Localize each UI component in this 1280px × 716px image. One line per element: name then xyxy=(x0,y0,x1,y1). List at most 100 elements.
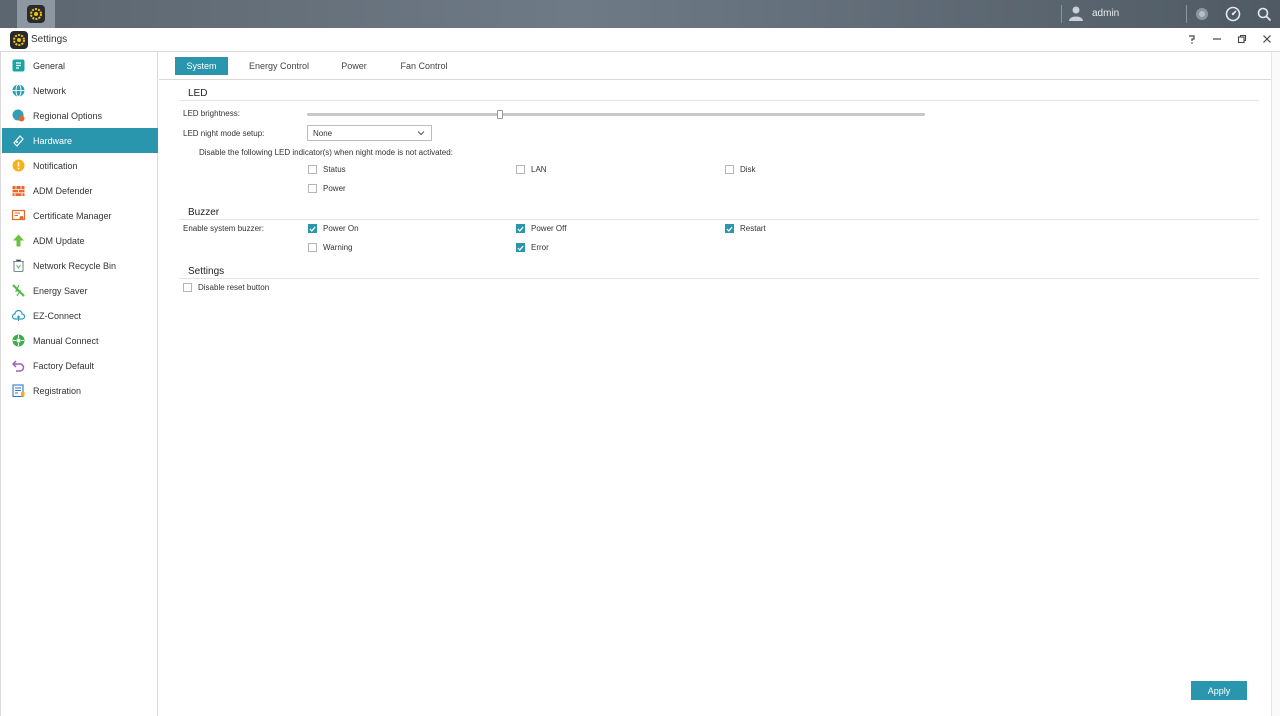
window-title: Settings xyxy=(31,34,68,45)
led-lan-checkbox[interactable]: LAN xyxy=(516,165,547,174)
sidebar-item-energy-saver[interactable]: Energy Saver xyxy=(2,278,158,303)
minimize-icon xyxy=(1213,38,1221,40)
search-icon[interactable] xyxy=(1255,5,1273,23)
section-divider xyxy=(179,100,1259,101)
system-taskbar: admin xyxy=(0,0,1280,28)
checkmark-icon xyxy=(517,226,524,232)
checkbox-box[interactable] xyxy=(725,224,734,233)
checkbox-box[interactable] xyxy=(183,283,192,292)
checkbox-label: Restart xyxy=(740,224,766,233)
tab-energy-control[interactable]: Energy Control xyxy=(244,57,314,75)
sidebar-item-hardware[interactable]: Hardware xyxy=(2,128,158,153)
tab-bar: System Energy Control Power Fan Control xyxy=(159,52,1271,80)
checkbox-label: Power xyxy=(323,184,346,193)
sidebar-item-manual-connect[interactable]: Manual Connect xyxy=(2,328,158,353)
tab-power[interactable]: Power xyxy=(334,57,374,75)
checkbox-box[interactable] xyxy=(516,165,525,174)
notification-bell-icon[interactable] xyxy=(1193,5,1211,23)
checkbox-label: Disk xyxy=(740,165,756,174)
sidebar-item-label: Network Recycle Bin xyxy=(33,260,117,271)
led-power-checkbox[interactable]: Power xyxy=(308,184,346,193)
led-status-checkbox[interactable]: Status xyxy=(308,165,346,174)
sidebar-item-label: Network xyxy=(33,85,67,96)
checkbox-box[interactable] xyxy=(516,243,525,252)
settings-gear-icon xyxy=(27,5,45,23)
led-brightness-slider[interactable] xyxy=(307,110,925,119)
checkbox-box[interactable] xyxy=(516,224,525,233)
general-icon xyxy=(12,59,25,72)
night-mode-select[interactable]: None xyxy=(307,125,432,141)
checkbox-box[interactable] xyxy=(308,243,317,252)
led-section-title: LED xyxy=(188,88,208,99)
sidebar-item-label: ADM Defender xyxy=(33,185,93,196)
sidebar-item-adm-defender[interactable]: ADM Defender xyxy=(2,178,158,203)
checkbox-label: Status xyxy=(323,165,346,174)
close-button[interactable] xyxy=(1259,31,1275,47)
tab-label: Energy Control xyxy=(248,61,310,71)
restore-button[interactable] xyxy=(1234,31,1250,47)
checkmark-icon xyxy=(517,245,524,251)
chevron-down-icon xyxy=(417,131,425,136)
sidebar-item-ez-connect[interactable]: EZ-Connect xyxy=(2,303,158,328)
led-disk-checkbox[interactable]: Disk xyxy=(725,165,756,174)
window-titlebar: Settings xyxy=(0,28,1280,52)
sidebar-item-factory-default[interactable]: Factory Default xyxy=(2,353,158,378)
sidebar-item-notification[interactable]: Notification xyxy=(2,153,158,178)
sidebar-item-label: General xyxy=(33,60,66,71)
manual-connect-icon xyxy=(12,334,25,347)
sidebar-item-certificate-manager[interactable]: Certificate Manager xyxy=(2,203,158,228)
checkbox-box[interactable] xyxy=(308,184,317,193)
update-arrow-icon xyxy=(12,234,25,247)
buzzer-warning-checkbox[interactable]: Warning xyxy=(308,243,353,252)
taskbar-divider xyxy=(1186,5,1187,23)
sidebar-item-registration[interactable]: Registration xyxy=(2,378,158,403)
checkbox-label: Error xyxy=(531,243,549,252)
buzzer-restart-checkbox[interactable]: Restart xyxy=(725,224,766,233)
checkmark-icon xyxy=(726,226,733,232)
led-brightness-label: LED brightness: xyxy=(183,109,240,118)
buzzer-power-on-checkbox[interactable]: Power On xyxy=(308,224,359,233)
undo-icon xyxy=(12,359,25,372)
vertical-scrollbar[interactable] xyxy=(1271,52,1280,716)
checkbox-box[interactable] xyxy=(308,165,317,174)
buzzer-section-title: Buzzer xyxy=(188,207,220,218)
minimize-button[interactable] xyxy=(1209,31,1225,47)
sidebar-item-label: Energy Saver xyxy=(33,285,88,296)
sidebar-item-network[interactable]: Network xyxy=(2,78,158,103)
sidebar-item-regional-options[interactable]: Regional Options xyxy=(2,103,158,128)
sidebar-item-label: Notification xyxy=(33,160,78,171)
checkbox-box[interactable] xyxy=(725,165,734,174)
sidebar-item-general[interactable]: General xyxy=(2,53,158,78)
disable-reset-checkbox[interactable]: Disable reset button xyxy=(183,283,269,292)
tab-label: Power xyxy=(341,61,367,71)
help-icon xyxy=(1189,35,1195,44)
cloud-icon xyxy=(12,309,25,322)
user-menu[interactable]: admin xyxy=(1068,5,1119,21)
firewall-icon xyxy=(12,184,25,197)
apply-button[interactable]: Apply xyxy=(1191,681,1247,700)
led-night-mode-label: LED night mode setup: xyxy=(183,129,265,138)
settings-window-icon xyxy=(10,31,28,49)
hardware-settings-panel: System Energy Control Power Fan Control … xyxy=(159,52,1280,716)
activity-monitor-icon[interactable] xyxy=(1224,5,1242,23)
settings-app-launcher[interactable] xyxy=(17,0,55,28)
tab-system[interactable]: System xyxy=(175,57,228,75)
sidebar-item-label: Regional Options xyxy=(33,110,103,121)
buzzer-power-off-checkbox[interactable]: Power Off xyxy=(516,224,566,233)
sidebar-item-network-recycle-bin[interactable]: Network Recycle Bin xyxy=(2,253,158,278)
hardware-icon xyxy=(12,134,25,147)
globe-icon xyxy=(12,84,25,97)
help-button[interactable] xyxy=(1184,31,1200,47)
sidebar-item-label: Hardware xyxy=(33,135,73,146)
regional-icon xyxy=(12,109,25,122)
sidebar-item-adm-update[interactable]: ADM Update xyxy=(2,228,158,253)
checkbox-label: LAN xyxy=(531,165,547,174)
sidebar-item-label: Registration xyxy=(33,385,82,396)
tab-fan-control[interactable]: Fan Control xyxy=(394,57,454,75)
buzzer-error-checkbox[interactable]: Error xyxy=(516,243,549,252)
buzzer-enable-label: Enable system buzzer: xyxy=(183,224,264,233)
checkbox-box[interactable] xyxy=(308,224,317,233)
sidebar-item-label: Manual Connect xyxy=(33,335,99,346)
slider-handle[interactable] xyxy=(496,110,503,119)
section-divider xyxy=(179,219,1259,220)
